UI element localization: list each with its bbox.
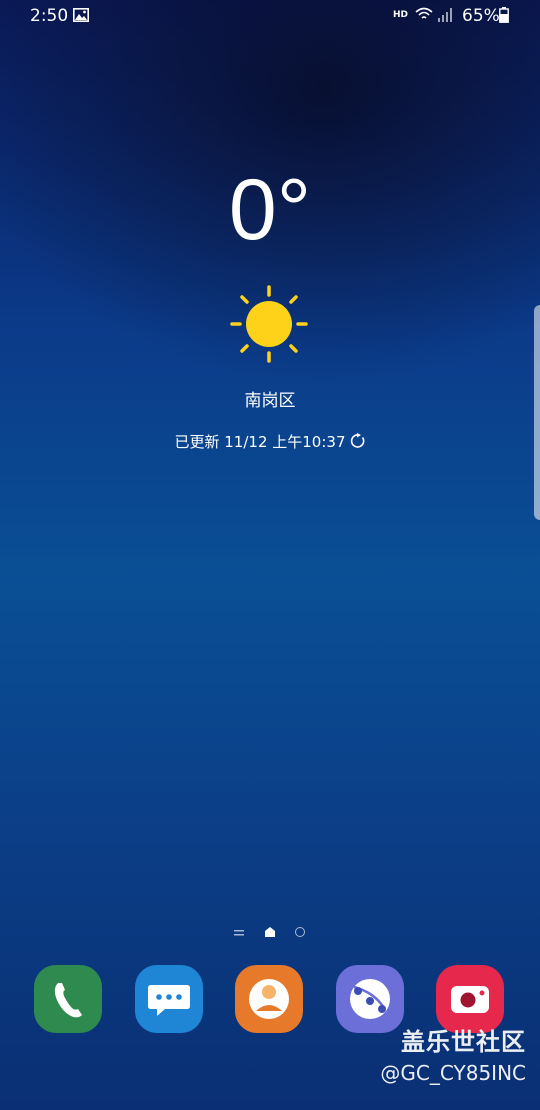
sun-icon [230,285,308,363]
watermark: 盖乐世社区 @GC_CY85INC [380,1022,526,1085]
refresh-icon[interactable] [350,433,366,449]
phone-app[interactable] [34,965,102,1033]
status-bar: 2:50 HD 65% [0,0,540,34]
pages-list-icon[interactable] [234,929,244,937]
wifi-icon [415,7,433,19]
signal-icon [438,8,452,22]
weather-updated: 已更新 11/12 上午10:37 [0,431,540,452]
status-time: 2:50 [30,6,69,26]
messages-app[interactable] [135,965,203,1033]
phone-icon [54,983,82,1018]
gallery-icon [73,8,89,22]
weather-location: 南岗区 [244,391,296,411]
network-label: HD [393,10,409,20]
contacts-app[interactable] [235,965,303,1033]
temperature: 0° [228,162,312,258]
battery-icon [499,7,509,23]
watermark-line1: 盖乐世社区 [401,1028,526,1056]
edge-panel-handle[interactable] [534,305,540,520]
updated-text: 已更新 11/12 上午10:37 [174,433,346,451]
contacts-icon [249,979,289,1019]
page-indicator [0,925,540,943]
home-page-icon[interactable] [264,926,276,938]
messages-icon [148,985,190,1016]
battery-percent: 65% [462,6,500,26]
page-dot[interactable] [295,927,305,937]
watermark-line2: @GC_CY85INC [380,1061,526,1085]
